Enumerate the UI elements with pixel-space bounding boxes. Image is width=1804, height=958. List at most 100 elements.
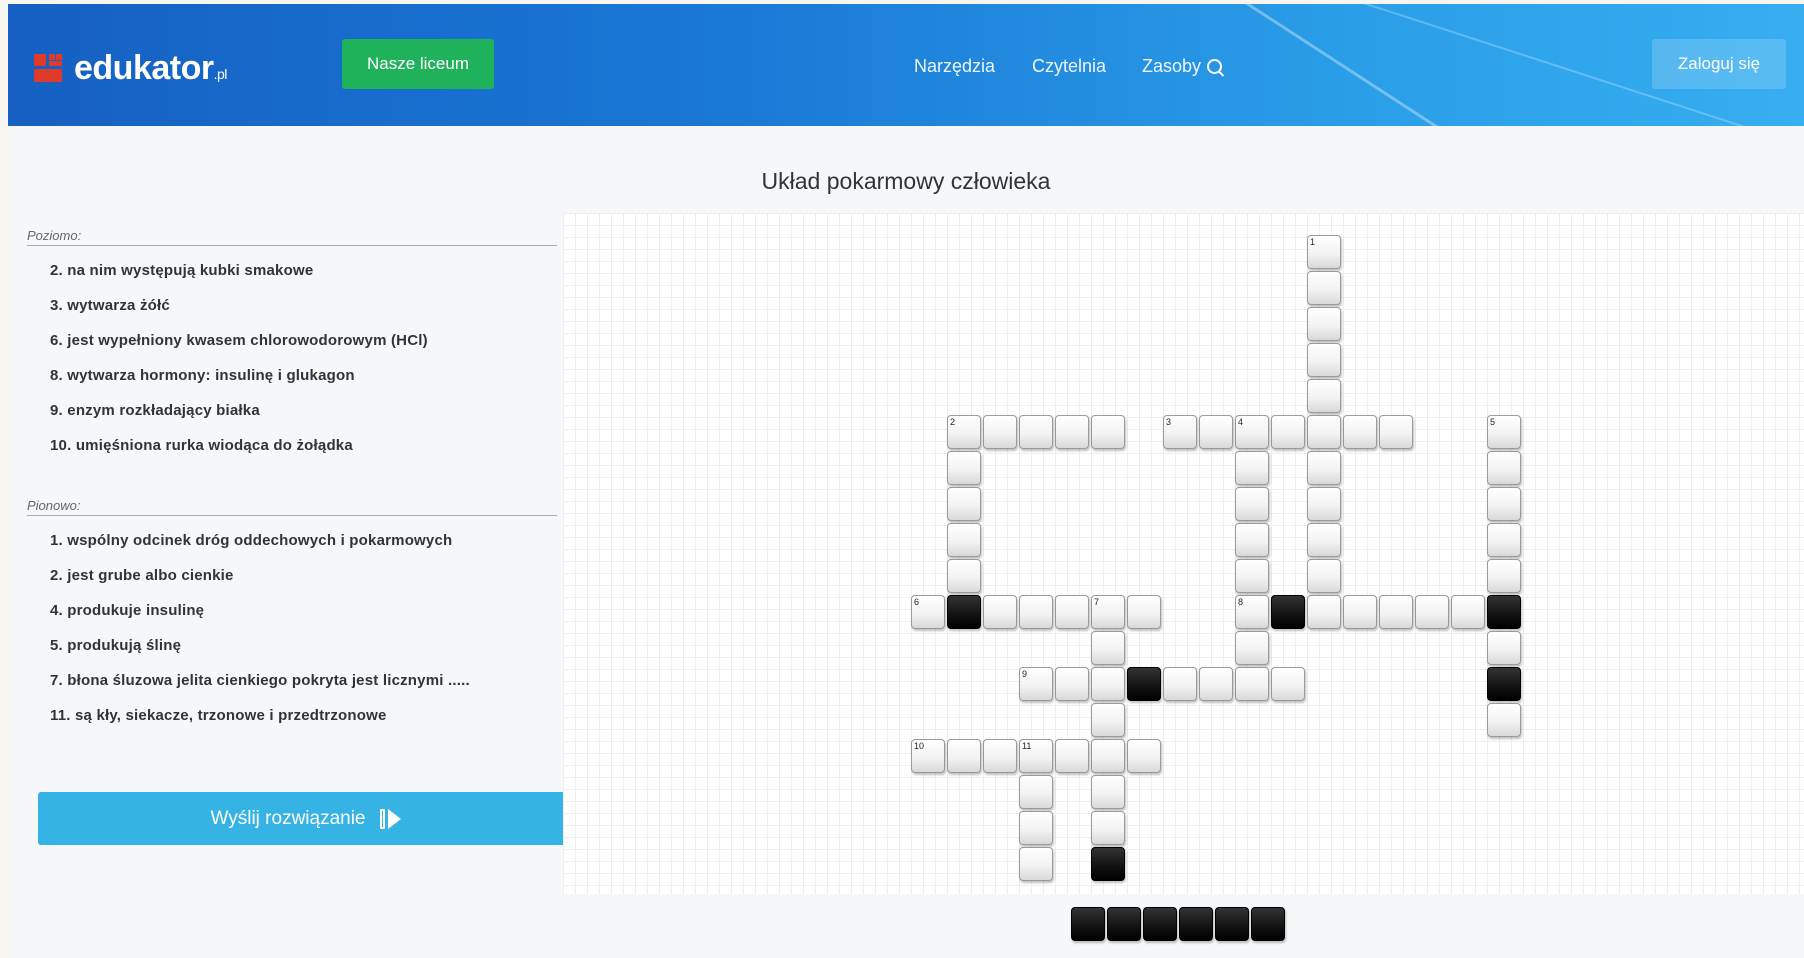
crossword-cell[interactable] xyxy=(1487,559,1521,593)
crossword-cell[interactable] xyxy=(1307,415,1341,449)
solution-box[interactable] xyxy=(1179,907,1213,941)
nav-narzedzia[interactable]: Narzędzia xyxy=(914,56,995,77)
crossword-cell[interactable] xyxy=(983,415,1017,449)
crossword-cell[interactable] xyxy=(1307,343,1341,377)
crossword-solution-cell[interactable] xyxy=(1487,667,1521,701)
crossword-cell[interactable] xyxy=(1451,595,1485,629)
crossword-cell[interactable]: 6 xyxy=(911,595,945,629)
crossword-cell[interactable] xyxy=(1091,739,1125,773)
crossword-cell[interactable] xyxy=(947,739,981,773)
crossword-cell[interactable] xyxy=(1091,667,1125,701)
solution-box[interactable] xyxy=(1071,907,1105,941)
crossword-solution-cell[interactable] xyxy=(1091,847,1125,881)
send-solution-label: Wyślij rozwiązanie xyxy=(210,807,366,829)
crossword-cell[interactable] xyxy=(947,487,981,521)
clue-item: 3. wytwarza żółć xyxy=(50,297,170,314)
school-button[interactable]: Nasze liceum xyxy=(342,39,494,89)
crossword-cell[interactable]: 8 xyxy=(1235,595,1269,629)
crossword-cell[interactable] xyxy=(1379,415,1413,449)
send-solution-button[interactable]: Wyślij rozwiązanie xyxy=(38,792,574,845)
crossword-cell[interactable] xyxy=(1271,415,1305,449)
crossword-cell[interactable] xyxy=(1307,595,1341,629)
crossword-cell[interactable] xyxy=(1487,523,1521,557)
crossword-cell[interactable] xyxy=(1379,595,1413,629)
crossword-cell[interactable]: 3 xyxy=(1163,415,1197,449)
solution-box[interactable] xyxy=(1215,907,1249,941)
crossword-cell[interactable]: 11 xyxy=(1019,739,1053,773)
solution-box[interactable] xyxy=(1143,907,1177,941)
clue-item: 2. jest grube albo cienkie xyxy=(50,567,234,584)
crossword-cell[interactable]: 5 xyxy=(1487,415,1521,449)
crossword-cell[interactable] xyxy=(1091,415,1125,449)
crossword-cell[interactable]: 7 xyxy=(1091,595,1125,629)
crossword-cell[interactable] xyxy=(1235,451,1269,485)
crossword-cell[interactable] xyxy=(1271,667,1305,701)
crossword-cell[interactable] xyxy=(1307,559,1341,593)
clue-item: 11. są kły, siekacze, trzonowe i przedtr… xyxy=(50,707,387,724)
clue-number: 1 xyxy=(1310,237,1316,247)
clue-item: 1. wspólny odcinek dróg oddechowych i po… xyxy=(50,532,453,549)
crossword-cell[interactable] xyxy=(1055,667,1089,701)
crossword-solution-cell[interactable] xyxy=(1487,595,1521,629)
crossword-cell[interactable] xyxy=(1487,487,1521,521)
crossword-cell[interactable] xyxy=(1199,415,1233,449)
nav-czytelnia[interactable]: Czytelnia xyxy=(1032,56,1106,77)
crossword-cell[interactable] xyxy=(1055,415,1089,449)
crossword-cell[interactable] xyxy=(1307,487,1341,521)
crossword-cell[interactable]: 2 xyxy=(947,415,981,449)
crossword-cell[interactable] xyxy=(1235,487,1269,521)
clue-number: 6 xyxy=(914,597,920,607)
clue-number: 2 xyxy=(950,417,956,427)
crossword-cell[interactable] xyxy=(1307,271,1341,305)
edukator-logo[interactable]: edukator.pl xyxy=(34,48,227,88)
crossword-cell[interactable] xyxy=(1019,775,1053,809)
crossword-cell[interactable]: 10 xyxy=(911,739,945,773)
crossword-cell[interactable] xyxy=(1235,667,1269,701)
login-button[interactable]: Zaloguj się xyxy=(1652,39,1786,89)
crossword-cell[interactable] xyxy=(1415,595,1449,629)
solution-box[interactable] xyxy=(1251,907,1285,941)
solution-box[interactable] xyxy=(1107,907,1141,941)
crossword-cell[interactable] xyxy=(1307,523,1341,557)
send-arrow-icon xyxy=(379,808,402,829)
crossword-cell[interactable] xyxy=(1307,379,1341,413)
crossword-cell[interactable] xyxy=(1091,775,1125,809)
clue-item: 4. produkuje insulinę xyxy=(50,602,205,619)
crossword-cell[interactable] xyxy=(1487,703,1521,737)
crossword-cell[interactable] xyxy=(1343,415,1377,449)
crossword-cell[interactable] xyxy=(1487,451,1521,485)
crossword-cell[interactable] xyxy=(1199,667,1233,701)
logo-text: edukator.pl xyxy=(74,48,227,87)
crossword-cell[interactable] xyxy=(1307,307,1341,341)
crossword-cell[interactable] xyxy=(983,739,1017,773)
crossword-cell[interactable] xyxy=(947,559,981,593)
crossword-cell[interactable] xyxy=(983,595,1017,629)
crossword-cell[interactable] xyxy=(1019,595,1053,629)
crossword-cell[interactable] xyxy=(1055,595,1089,629)
crossword-cell[interactable] xyxy=(1091,703,1125,737)
crossword-cell[interactable] xyxy=(1019,415,1053,449)
crossword-cell[interactable] xyxy=(1019,847,1053,881)
crossword-cell[interactable] xyxy=(1163,667,1197,701)
crossword-solution-cell[interactable] xyxy=(947,595,981,629)
crossword-cell[interactable] xyxy=(1343,595,1377,629)
crossword-cell[interactable] xyxy=(1019,811,1053,845)
crossword-cell[interactable] xyxy=(947,523,981,557)
crossword-cell[interactable] xyxy=(1235,631,1269,665)
crossword-cell[interactable] xyxy=(1307,451,1341,485)
nav-zasoby[interactable]: Zasoby xyxy=(1142,56,1223,77)
crossword-cell[interactable]: 9 xyxy=(1019,667,1053,701)
crossword-cell[interactable] xyxy=(1235,523,1269,557)
crossword-cell[interactable]: 1 xyxy=(1307,235,1341,269)
crossword-cell[interactable] xyxy=(1235,559,1269,593)
crossword-cell[interactable] xyxy=(1055,739,1089,773)
crossword-cell[interactable] xyxy=(1487,631,1521,665)
crossword-cell[interactable] xyxy=(1127,739,1161,773)
crossword-cell[interactable]: 4 xyxy=(1235,415,1269,449)
crossword-cell[interactable] xyxy=(1091,631,1125,665)
crossword-solution-cell[interactable] xyxy=(1271,595,1305,629)
crossword-cell[interactable] xyxy=(1091,811,1125,845)
crossword-cell[interactable] xyxy=(1127,595,1161,629)
crossword-solution-cell[interactable] xyxy=(1127,667,1161,701)
crossword-cell[interactable] xyxy=(947,451,981,485)
